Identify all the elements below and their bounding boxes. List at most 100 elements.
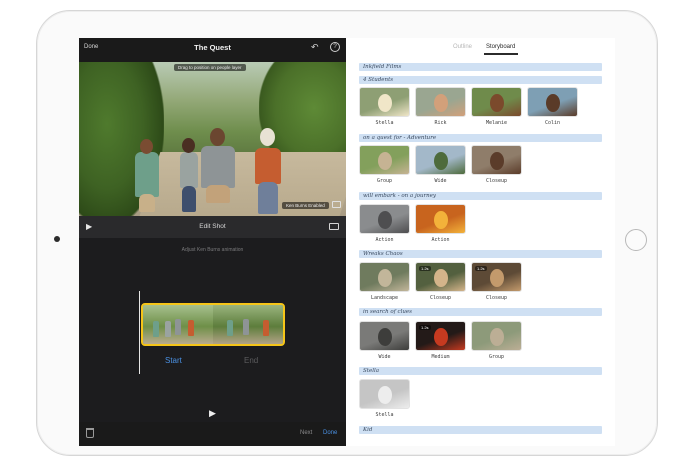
thumbnail-subject [490,328,504,346]
front-camera [54,236,60,242]
thumbnail-subject [378,386,392,404]
section-title: Inkfield Films [363,64,402,70]
person-4 [255,148,281,184]
screen: Done The Quest ↶ ? Drag to position on p… [79,38,615,446]
thumbnail-subject [490,269,504,287]
section-title: on a quest for - Adventure [363,135,437,141]
section-header[interactable]: will embark - on a journey [359,192,602,200]
shot-thumbnail[interactable] [359,145,410,175]
top-bar: Done The Quest ↶ ? [79,38,346,62]
tab-outline[interactable]: Outline [453,44,472,50]
trim-clip[interactable] [141,303,285,346]
shot-label: Stella [375,120,394,126]
shot-duration: 1.2s [419,325,431,330]
section-header[interactable]: 4 Students [359,76,602,84]
shot-thumbnail[interactable]: 1.2s [415,262,466,292]
shot-thumbnail[interactable] [471,145,522,175]
section-title: in search of clues [363,309,412,315]
person-1 [135,152,159,197]
mini-person [153,321,159,337]
person-3 [201,146,235,188]
person-3-shorts [206,185,230,203]
thumbnail-subject [546,94,560,112]
person-2 [180,152,198,188]
section-header[interactable]: on a quest for - Adventure [359,134,602,142]
shot-duration: 1.2s [419,266,431,271]
thumbnail-subject [434,211,448,229]
shot-duration: 1.2s [475,266,487,271]
thumbnail-subject [378,328,392,346]
storyboard-pane: Outline Storyboard Inkfield Films 4 Stude… [346,38,615,446]
shot-label: Rick [434,120,447,126]
start-label[interactable]: Start [165,356,182,365]
video-viewer[interactable]: Drag to position on people layer Ken Bur… [79,62,346,216]
shot-thumbnail[interactable] [359,379,410,409]
mini-person [175,319,181,335]
shot-label: Stella [375,412,394,418]
person-2-legs [182,186,196,212]
edit-hint: Adjust Ken Burns animation [181,247,244,253]
shot-thumbnail[interactable] [415,204,466,234]
section-header[interactable]: Kid [359,426,602,434]
playhead[interactable] [139,291,140,374]
section-header[interactable]: Inkfield Films [359,63,602,71]
section-title: 4 Students [363,77,394,83]
preview-play-icon[interactable]: ▶ [209,408,216,419]
position-tooltip: Drag to position on people layer [174,64,246,71]
mini-person [263,320,269,336]
shot-label: Medium [431,354,450,360]
section-title: Wreaks Chaos [363,251,403,257]
thumbnail-subject [490,94,504,112]
shot-thumbnail[interactable] [359,321,410,351]
camera-icon[interactable] [329,223,339,230]
shot-thumbnail[interactable] [415,145,466,175]
shot-label: Action [431,237,450,243]
section-header[interactable]: in search of clues [359,308,602,316]
thumbnail-subject [378,269,392,287]
person-1-head [140,139,153,154]
shot-thumbnail[interactable] [359,87,410,117]
thumbnail-subject [490,152,504,170]
section-header[interactable]: Stella [359,367,602,375]
thumbnail-subject [434,269,448,287]
help-icon[interactable]: ? [330,42,340,52]
shot-thumbnail[interactable]: 1.2s [471,262,522,292]
ken-burns-badge: Ken Burns Enabled [282,202,329,209]
shot-thumbnail[interactable] [415,87,466,117]
shot-label: Closeup [429,295,452,301]
shot-thumbnail[interactable] [527,87,578,117]
editor-pane: Done The Quest ↶ ? Drag to position on p… [79,38,346,446]
shot-label: Action [375,237,394,243]
edit-bar: ▶ Edit Shot [79,216,346,238]
section-header[interactable]: Wreaks Chaos [359,250,602,258]
shot-thumbnail[interactable] [359,204,410,234]
mini-person [243,319,249,335]
edit-shot-title: Edit Shot [199,223,226,230]
home-button[interactable] [625,229,647,251]
shot-thumbnail[interactable]: 1.2s [415,321,466,351]
thumbnail-subject [434,94,448,112]
section-title: Stella [363,368,380,374]
shot-thumbnail[interactable] [471,321,522,351]
mini-person [188,320,194,336]
shot-label: Melanie [485,120,508,126]
person-4-legs [258,182,278,214]
tab-storyboard[interactable]: Storyboard [486,44,515,50]
thumbnail-subject [378,152,392,170]
mini-person [227,320,233,336]
shot-label: Landscape [370,295,399,301]
shot-label: Group [376,178,393,184]
next-button[interactable]: Next [300,430,312,436]
thumbnail-subject [434,328,448,346]
shot-thumbnail[interactable] [471,87,522,117]
ken-burns-icon[interactable] [332,201,341,208]
shot-label: Colin [544,120,561,126]
shot-thumbnail[interactable] [359,262,410,292]
undo-icon[interactable]: ↶ [311,42,319,53]
trash-icon[interactable] [86,428,94,438]
done-button-bottom[interactable]: Done [323,430,337,436]
end-label[interactable]: End [244,356,258,365]
shot-label: Closeup [485,178,508,184]
active-tab-indicator [484,53,518,55]
shot-label: Wide [434,178,447,184]
